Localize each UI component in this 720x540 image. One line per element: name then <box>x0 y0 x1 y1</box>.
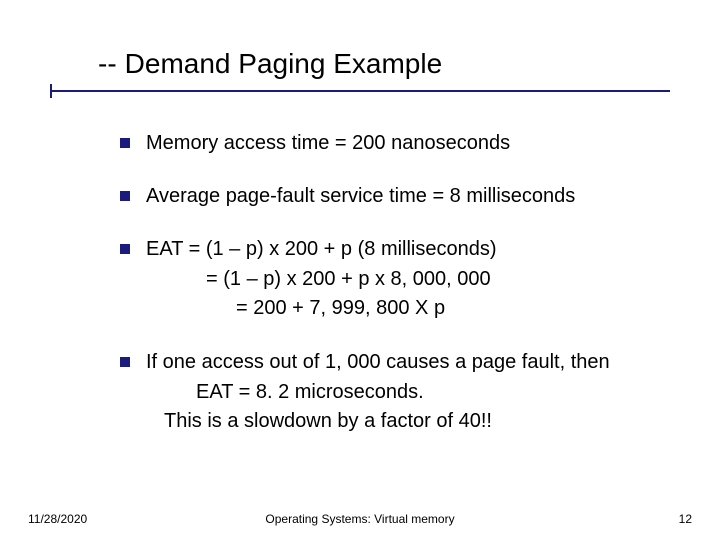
bullet-item-1: Memory access time = 200 nanoseconds <box>120 130 670 157</box>
bullet-icon <box>120 357 130 367</box>
bullet-icon <box>120 244 130 254</box>
eat-line-3: = 200 + 7, 999, 800 X p <box>146 294 670 323</box>
title-text: Demand Paging Example <box>125 48 443 80</box>
bullet-block-4: If one access out of 1, 000 causes a pag… <box>120 349 670 436</box>
conclusion-line-2: EAT = 8. 2 microseconds. <box>146 378 670 407</box>
bullet-block-3: EAT = (1 – p) x 200 + p (8 milliseconds)… <box>120 236 670 323</box>
bullet-icon <box>120 138 130 148</box>
bullet-text: Average page-fault service time = 8 mill… <box>146 183 670 210</box>
bullet-text: EAT = (1 – p) x 200 + p (8 milliseconds) <box>146 236 670 263</box>
bullet-item-4: If one access out of 1, 000 causes a pag… <box>120 349 670 376</box>
bullet-text: If one access out of 1, 000 causes a pag… <box>146 349 670 376</box>
footer-page-number: 12 <box>679 512 692 526</box>
bullet-continuation: = (1 – p) x 200 + p x 8, 000, 000 = 200 … <box>146 265 670 323</box>
conclusion-line-3: This is a slowdown by a factor of 40!! <box>146 407 670 436</box>
bullet-text: Memory access time = 200 nanoseconds <box>146 130 670 157</box>
bullet-continuation: EAT = 8. 2 microseconds. This is a slowd… <box>146 378 670 436</box>
footer-title: Operating Systems: Virtual memory <box>0 512 720 526</box>
bullet-item-2: Average page-fault service time = 8 mill… <box>120 183 670 210</box>
bullet-icon <box>120 191 130 201</box>
title-dashes: -- <box>98 48 117 80</box>
title-rule <box>50 90 670 92</box>
eat-line-2: = (1 – p) x 200 + p x 8, 000, 000 <box>146 265 670 294</box>
slide-body: Memory access time = 200 nanoseconds Ave… <box>120 130 670 462</box>
bullet-item-3: EAT = (1 – p) x 200 + p (8 milliseconds) <box>120 236 670 263</box>
slide-title: -- Demand Paging Example <box>98 48 680 80</box>
slide: -- Demand Paging Example Memory access t… <box>0 0 720 540</box>
